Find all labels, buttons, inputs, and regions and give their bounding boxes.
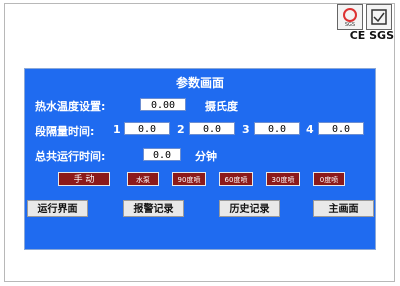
total-run-time-input[interactable]: 0.0: [143, 148, 181, 161]
segment-index-3: 3: [242, 123, 250, 136]
segment-time-label: 段隔量时间:: [35, 125, 95, 138]
nav-main-screen-button[interactable]: 主画面: [313, 200, 374, 217]
hot-water-temp-label: 热水温度设置:: [35, 100, 106, 113]
spray-0-button[interactable]: 0度喷: [313, 172, 345, 186]
total-run-time-label: 总共运行时间:: [35, 150, 106, 163]
ce-sgs-text: CE SGS: [349, 29, 394, 42]
segment-index-1: 1: [113, 123, 121, 136]
hot-water-temp-input[interactable]: 0.00: [140, 98, 186, 111]
certification-badges: SGS: [337, 4, 392, 30]
sgs-logo-icon: SGS: [337, 4, 363, 30]
total-run-time-unit: 分钟: [195, 150, 217, 163]
sgs-badge-text: SGS: [345, 22, 355, 28]
segment-index-4: 4: [306, 123, 314, 136]
spray-60-button[interactable]: 60度喷: [219, 172, 253, 186]
water-pump-button[interactable]: 水泵: [127, 172, 159, 186]
hot-water-temp-unit: 摄氏度: [205, 100, 238, 113]
manual-button[interactable]: 手 动: [58, 172, 110, 186]
panel-title: 参数画面: [175, 76, 224, 90]
nav-alarm-log-button[interactable]: 报警记录: [123, 200, 184, 217]
segment-time-input-3[interactable]: 0.0: [254, 122, 300, 135]
segment-time-input-1[interactable]: 0.0: [124, 122, 170, 135]
spray-30-button[interactable]: 30度喷: [266, 172, 300, 186]
segment-time-input-4[interactable]: 0.0: [318, 122, 364, 135]
segment-index-2: 2: [177, 123, 185, 136]
nav-run-screen-button[interactable]: 运行界面: [27, 200, 88, 217]
parameter-panel: 参数画面 热水温度设置: 0.00 摄氏度 段隔量时间: 1 0.0 2 0.0…: [24, 68, 376, 250]
nav-history-button[interactable]: 历史记录: [219, 200, 280, 217]
spray-90-button[interactable]: 90度喷: [172, 172, 206, 186]
segment-time-input-2[interactable]: 0.0: [189, 122, 235, 135]
certificate-seal-icon: [366, 4, 392, 30]
